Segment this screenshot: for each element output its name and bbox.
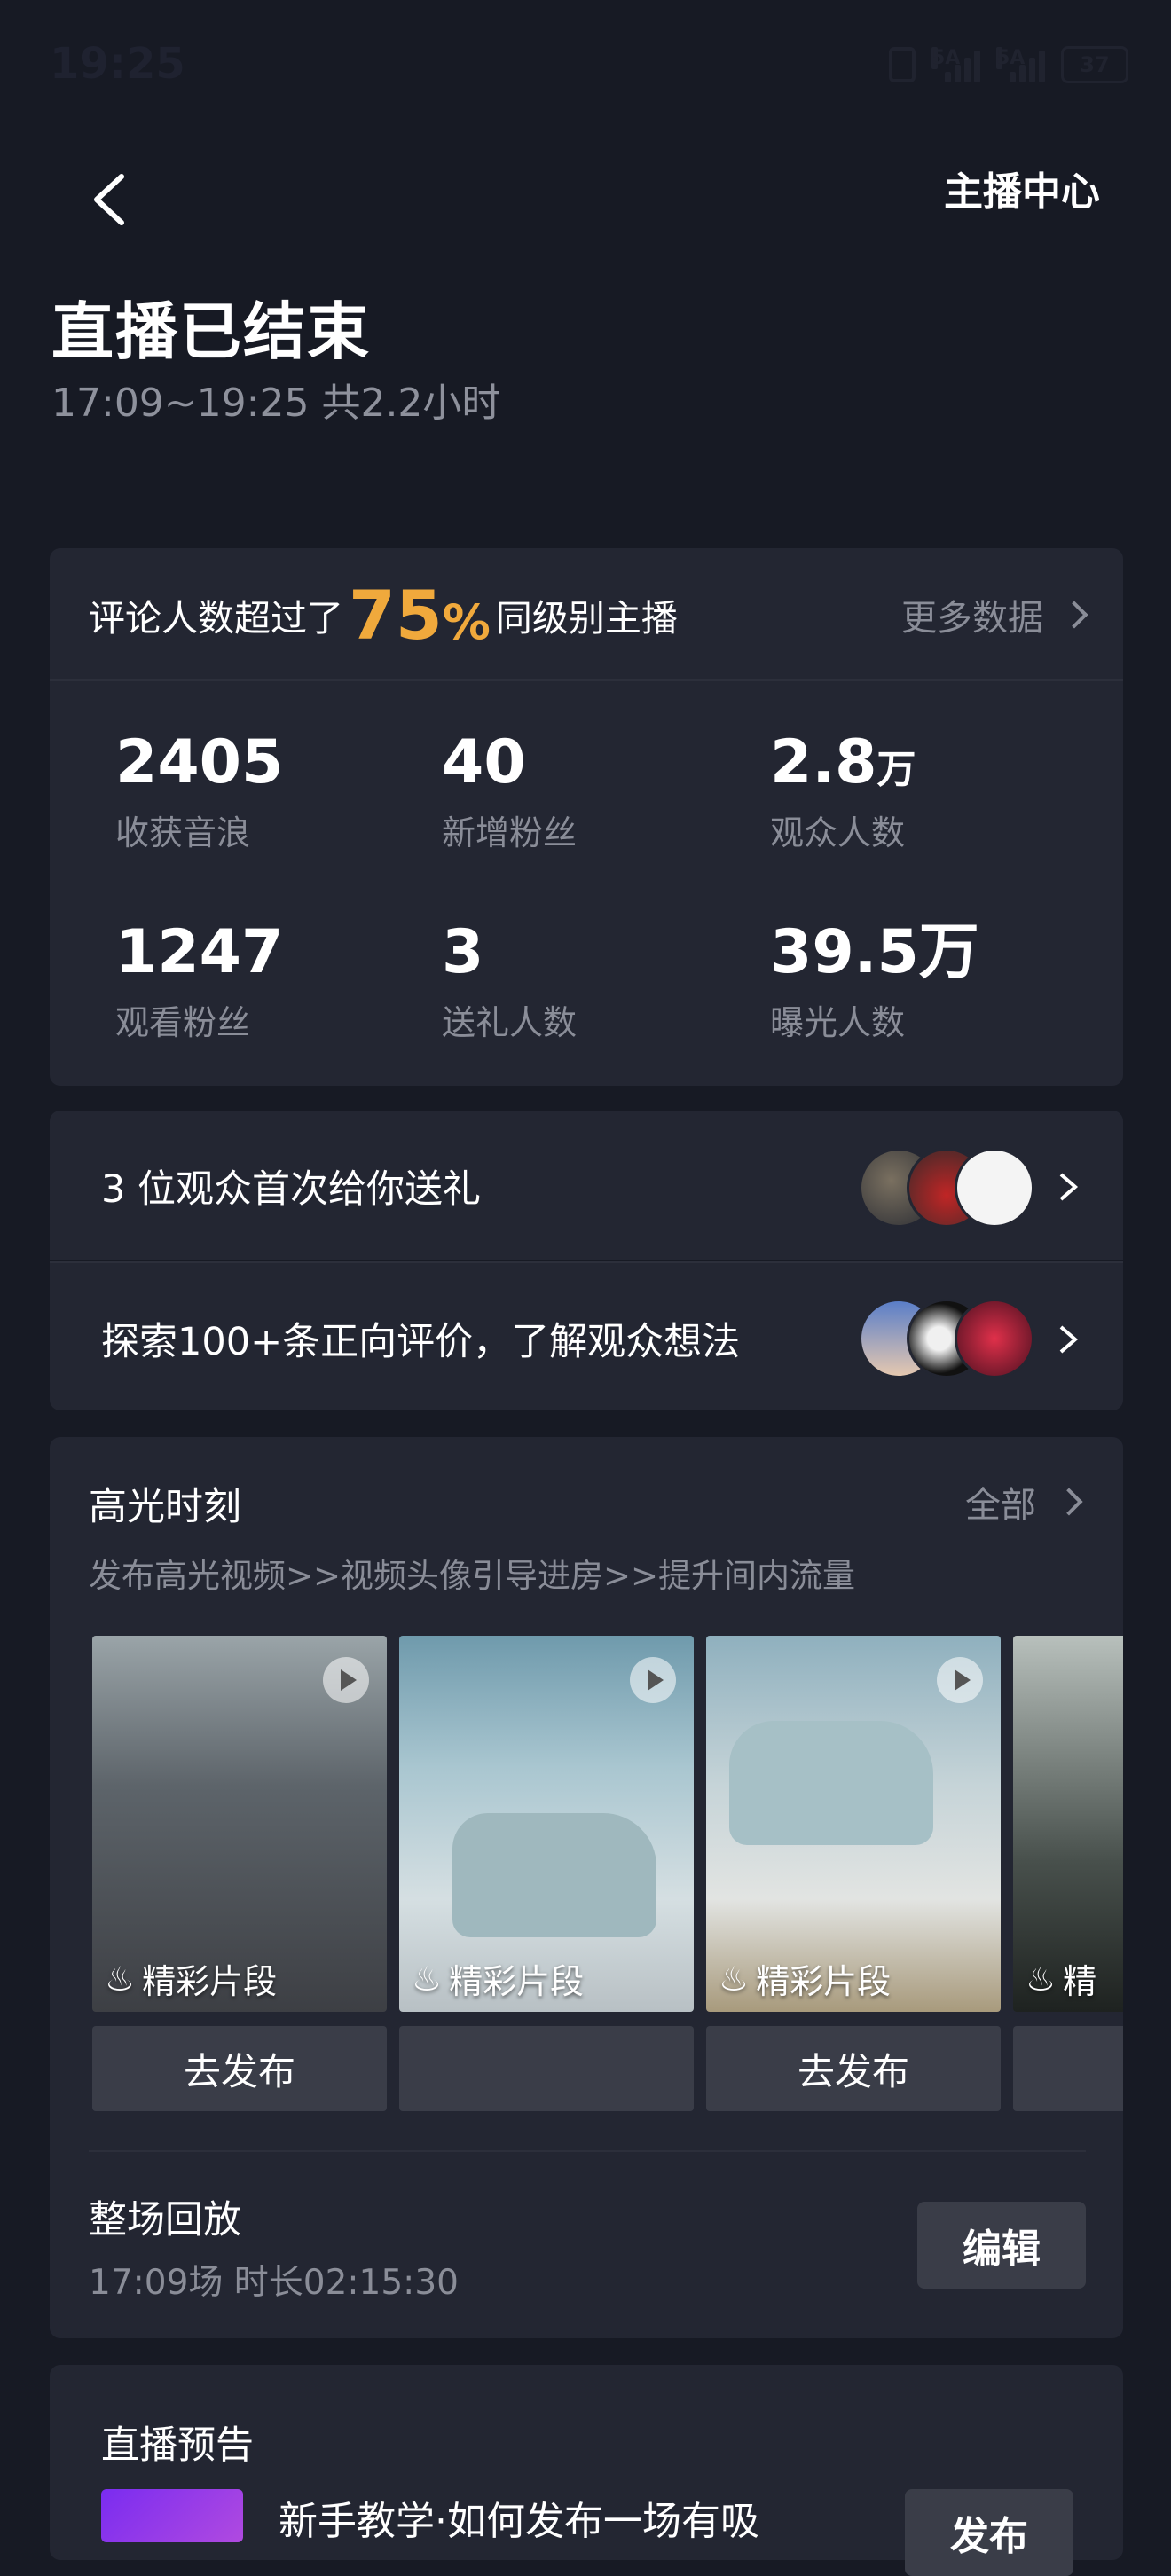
clip-caption-text: 精彩片段 bbox=[449, 1962, 585, 2001]
network-label: 5A bbox=[996, 47, 1026, 69]
review-avatars bbox=[859, 1299, 1036, 1378]
clip-caption: ♨ 精 bbox=[1026, 1954, 1096, 2003]
clip-caption-text: 精 bbox=[1063, 1962, 1097, 2001]
stat-value: 2405 bbox=[115, 727, 284, 797]
live-time-range: 17:09~19:25 共2.2小时 bbox=[51, 381, 501, 426]
clip-carousel[interactable]: ♨ 精彩片段 ♨ 精彩片段 ♨ 精彩片段 ♨ 精 去发布 去发布 bbox=[92, 1437, 1123, 2147]
anchor-center-link[interactable]: 主播中心 bbox=[944, 160, 1100, 216]
divider bbox=[89, 2150, 1086, 2152]
stat-value: 40 bbox=[442, 727, 526, 797]
publish-preview-button[interactable]: 发布 bbox=[905, 2489, 1073, 2576]
flame-icon: ♨ bbox=[719, 1959, 750, 1999]
stat-value: 1247 bbox=[115, 917, 284, 987]
preview-title: 直播预告 bbox=[101, 2423, 254, 2468]
play-icon bbox=[937, 1657, 983, 1703]
network-label: 5A bbox=[931, 47, 961, 69]
van-shape bbox=[452, 1813, 656, 1937]
stat-label: 新增粉丝 bbox=[442, 813, 578, 852]
stat-value: 3 bbox=[442, 917, 484, 987]
stat-item: 2.8万 观众人数 bbox=[770, 733, 916, 854]
back-button[interactable] bbox=[78, 169, 140, 231]
publish-clip-button[interactable]: 去发布 bbox=[92, 2026, 387, 2111]
play-icon bbox=[323, 1657, 369, 1703]
publish-clip-button[interactable] bbox=[399, 2026, 694, 2111]
battery-icon: 37 bbox=[1061, 46, 1128, 83]
percent-sign: % bbox=[442, 593, 491, 650]
avatar bbox=[955, 1148, 1034, 1228]
comparison-prefix: 评论人数超过了 bbox=[89, 597, 343, 640]
flame-icon: ♨ bbox=[1026, 1959, 1057, 1999]
chevron-right-icon bbox=[1059, 1325, 1079, 1354]
clip-caption: ♨ 精彩片段 bbox=[105, 1954, 277, 2003]
chevron-right-icon bbox=[1059, 1173, 1079, 1201]
positive-review-row[interactable]: 探索100+条正向评价，了解观众想法 bbox=[50, 1263, 1123, 1410]
avatar bbox=[955, 1299, 1034, 1378]
stat-label: 观看粉丝 bbox=[115, 1003, 251, 1042]
van-shape bbox=[729, 1721, 933, 1845]
stat-item: 40 新增粉丝 bbox=[442, 733, 577, 854]
comparison-text: 评论人数超过了 75% 同级别主播 bbox=[89, 548, 678, 681]
more-data-label: 更多数据 bbox=[901, 598, 1043, 639]
highlights-card: 高光时刻 全部 发布高光视频>>视频头像引导进房>>提升间内流量 ♨ 精彩片段 ♨… bbox=[50, 1437, 1123, 2338]
comparison-percent: 75% bbox=[349, 576, 491, 655]
first-gift-row[interactable]: 3 位观众首次给你送礼 bbox=[50, 1111, 1123, 1260]
clip-caption: ♨ 精彩片段 bbox=[719, 1954, 891, 2003]
percent-value: 75 bbox=[349, 575, 443, 655]
replay-meta: 17:09场 时长02:15:30 bbox=[89, 2263, 459, 2303]
stat-item: 1247 观看粉丝 bbox=[115, 923, 283, 1044]
stat-item: 3 送礼人数 bbox=[442, 923, 577, 1044]
clip-thumbnail[interactable]: ♨ 精彩片段 bbox=[92, 1636, 387, 2012]
status-icons: 5A 5A 37 bbox=[889, 46, 1128, 83]
stat-item: 39.5万 曝光人数 bbox=[770, 923, 979, 1044]
publish-clip-button[interactable]: 去发布 bbox=[706, 2026, 1001, 2111]
flame-icon: ♨ bbox=[412, 1959, 443, 1999]
replay-title: 整场回放 bbox=[89, 2198, 241, 2242]
stat-unit: 万 bbox=[876, 747, 916, 792]
edit-replay-button[interactable]: 编辑 bbox=[917, 2202, 1086, 2289]
clip-caption-text: 精彩片段 bbox=[142, 1962, 278, 2001]
stat-label: 收获音浪 bbox=[115, 813, 251, 852]
chevron-left-icon bbox=[94, 174, 124, 225]
clip-thumbnail[interactable]: ♨ 精 bbox=[1013, 1636, 1123, 2012]
clip-thumbnail[interactable]: ♨ 精彩片段 bbox=[399, 1636, 694, 2012]
clip-caption: ♨ 精彩片段 bbox=[412, 1954, 584, 2003]
play-icon bbox=[630, 1657, 676, 1703]
clip-caption-text: 精彩片段 bbox=[756, 1962, 892, 2001]
tutorial-thumbnail[interactable] bbox=[101, 2489, 243, 2542]
comparison-suffix: 同级别主播 bbox=[495, 597, 678, 640]
chevron-right-icon bbox=[1060, 601, 1088, 629]
gift-avatars bbox=[859, 1148, 1036, 1228]
publish-clip-button[interactable] bbox=[1013, 2026, 1123, 2111]
stat-value: 39.5万 bbox=[770, 917, 979, 987]
stat-label: 观众人数 bbox=[770, 813, 906, 852]
stat-label: 曝光人数 bbox=[770, 1003, 906, 1042]
signal-icon: 5A bbox=[931, 47, 980, 82]
divider bbox=[50, 679, 1123, 681]
stat-value: 2.8 bbox=[770, 727, 877, 797]
tutorial-title[interactable]: 新手教学·如何发布一场有吸 bbox=[279, 2489, 759, 2546]
more-data-link[interactable]: 更多数据 bbox=[901, 548, 1088, 681]
signal-icon: 5A bbox=[996, 47, 1045, 82]
first-gift-label: 3 位观众首次给你送礼 bbox=[101, 1167, 482, 1212]
live-preview-card: 直播预告 新手教学·如何发布一场有吸 发布 bbox=[50, 2365, 1123, 2576]
page-title: 直播已结束 bbox=[51, 295, 371, 368]
clip-thumbnail[interactable]: ♨ 精彩片段 bbox=[706, 1636, 1001, 2012]
positive-review-label: 探索100+条正向评价，了解观众想法 bbox=[101, 1320, 741, 1364]
flame-icon: ♨ bbox=[105, 1959, 136, 1999]
stat-label: 送礼人数 bbox=[442, 1003, 578, 1042]
vibrate-icon bbox=[889, 47, 916, 82]
live-data-card: 评论人数超过了 75% 同级别主播 更多数据 2405 收获音浪 40 新增粉丝… bbox=[50, 548, 1123, 1086]
stat-item: 2405 收获音浪 bbox=[115, 733, 283, 854]
status-time: 19:25 bbox=[50, 39, 185, 89]
